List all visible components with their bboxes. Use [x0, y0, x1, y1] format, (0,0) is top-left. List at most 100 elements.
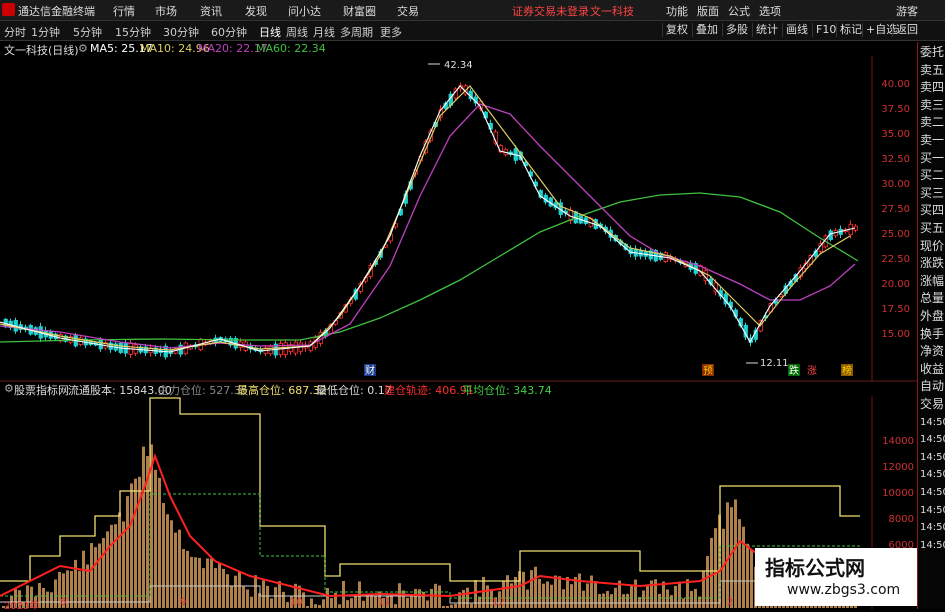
panel-item[interactable]: 涨跌: [920, 255, 945, 272]
panel-item[interactable]: 涨幅: [920, 273, 945, 290]
position-bar: [158, 477, 161, 608]
period-daily[interactable]: 日线: [259, 24, 281, 40]
panel-item[interactable]: 14:50: [920, 484, 945, 501]
panel-item[interactable]: 14:50: [920, 449, 945, 466]
position-bar: [730, 507, 733, 608]
period-multi[interactable]: 多周期: [340, 24, 373, 40]
indicator-settings-icon[interactable]: ⚙: [4, 382, 14, 395]
menu-item-wealth[interactable]: 财富圈: [343, 3, 376, 19]
multi-stock-button[interactable]: 多股: [722, 23, 751, 37]
panel-item[interactable]: 总量: [920, 290, 945, 307]
position-bar: [366, 594, 369, 608]
position-bar: [190, 556, 193, 608]
menu-item-market[interactable]: 市场: [155, 3, 177, 19]
panel-item[interactable]: 自动: [920, 378, 945, 395]
panel-item[interactable]: 现价: [920, 238, 945, 255]
panel-item[interactable]: 卖三: [920, 97, 945, 114]
svg-text:17.50: 17.50: [881, 304, 910, 315]
draw-button[interactable]: 画线: [782, 23, 811, 37]
position-bar: [686, 579, 689, 608]
menu-formula[interactable]: 公式: [728, 3, 750, 19]
marker-rank[interactable]: 榜: [842, 364, 852, 377]
svg-text:22.50: 22.50: [881, 254, 910, 265]
back-button[interactable]: 返回: [892, 23, 921, 37]
panel-item[interactable]: 14:50: [920, 414, 945, 431]
svg-text:27.50: 27.50: [881, 204, 910, 215]
panel-item[interactable]: 交易: [920, 396, 945, 413]
period-more[interactable]: 更多: [380, 24, 402, 40]
login-warning[interactable]: 证券交易未登录: [512, 3, 589, 19]
position-bar: [246, 589, 249, 608]
position-bar: [666, 589, 669, 608]
marker-finance[interactable]: 财: [365, 364, 375, 377]
low-label: 12.11: [760, 358, 789, 369]
period-15min[interactable]: 15分钟: [115, 24, 151, 40]
position-bar: [446, 606, 449, 608]
menu-item-discover[interactable]: 发现: [245, 3, 267, 19]
watermark-url: www.zbgs3.com: [787, 582, 901, 598]
position-bar: [374, 596, 377, 608]
panel-item[interactable]: 14:50: [920, 519, 945, 536]
position-bar: [690, 590, 693, 608]
marker-up[interactable]: 涨: [807, 365, 817, 377]
panel-item[interactable]: 买三: [920, 185, 945, 202]
period-1min[interactable]: 1分钟: [31, 24, 60, 40]
menu-item-news[interactable]: 资讯: [200, 3, 222, 19]
panel-item[interactable]: 卖五: [920, 62, 945, 79]
marker-down[interactable]: 跌: [789, 364, 799, 377]
menu-item-trade[interactable]: 交易: [397, 3, 419, 19]
x-label-feb: 2: [727, 597, 734, 608]
panel-item[interactable]: 14:50: [920, 537, 945, 554]
menu-item-ask[interactable]: 问小达: [288, 3, 321, 19]
svg-text:37.50: 37.50: [881, 104, 910, 115]
panel-item[interactable]: 14:50: [920, 466, 945, 483]
position-bar: [742, 526, 745, 608]
position-bar: [234, 575, 237, 608]
menu-item-quotes[interactable]: 行情: [113, 3, 135, 19]
period-timeshare[interactable]: 分时: [4, 24, 26, 40]
panel-item[interactable]: 买五: [920, 220, 945, 237]
panel-item[interactable]: 换手: [920, 326, 945, 343]
marker-forecast[interactable]: 预: [703, 365, 713, 377]
position-bar: [118, 512, 121, 608]
panel-item[interactable]: 卖二: [920, 114, 945, 131]
menu-function[interactable]: 功能: [666, 3, 688, 19]
panel-item[interactable]: 买一: [920, 150, 945, 167]
panel-item[interactable]: 买二: [920, 167, 945, 184]
panel-item[interactable]: 净资: [920, 343, 945, 360]
panel-item[interactable]: 卖一: [920, 132, 945, 149]
panel-item[interactable]: 14:50: [920, 502, 945, 519]
guest-label[interactable]: 游客: [896, 3, 918, 19]
position-bar: [210, 558, 213, 608]
position-bar: [362, 600, 365, 608]
position-bar: [322, 599, 325, 608]
period-30min[interactable]: 30分钟: [163, 24, 199, 40]
period-weekly[interactable]: 周线: [286, 24, 308, 40]
svg-text:12000: 12000: [882, 462, 914, 473]
menu-layout[interactable]: 版面: [697, 3, 719, 19]
panel-item[interactable]: 14:50: [920, 431, 945, 448]
menu-options[interactable]: 选项: [759, 3, 781, 19]
svg-text:14000: 14000: [882, 436, 914, 447]
position-bar: [314, 604, 317, 608]
period-5min[interactable]: 5分钟: [73, 24, 102, 40]
position-bar: [318, 605, 321, 608]
position-bar: [274, 587, 277, 608]
kline-chart[interactable]: 42.34 12.11 财 预 跌 涨 榜 40.00 37.50 35.00 …: [0, 56, 917, 382]
position-bar: [130, 483, 133, 608]
mark-button[interactable]: 标记: [836, 23, 865, 37]
panel-item[interactable]: 买四: [920, 202, 945, 219]
position-bar: [270, 598, 273, 608]
settings-icon[interactable]: ⚙: [78, 42, 88, 55]
panel-item[interactable]: 卖四: [920, 79, 945, 96]
period-60min[interactable]: 60分钟: [211, 24, 247, 40]
position-bar: [598, 594, 601, 608]
position-bar: [550, 584, 553, 608]
overlay-button[interactable]: 叠加: [692, 23, 721, 37]
stats-button[interactable]: 统计: [752, 23, 781, 37]
panel-item[interactable]: 收益: [920, 361, 945, 378]
panel-item[interactable]: 外盘: [920, 308, 945, 325]
period-monthly[interactable]: 月线: [313, 24, 335, 40]
panel-item[interactable]: 委托: [920, 44, 945, 61]
adjust-button[interactable]: 复权: [662, 23, 691, 37]
